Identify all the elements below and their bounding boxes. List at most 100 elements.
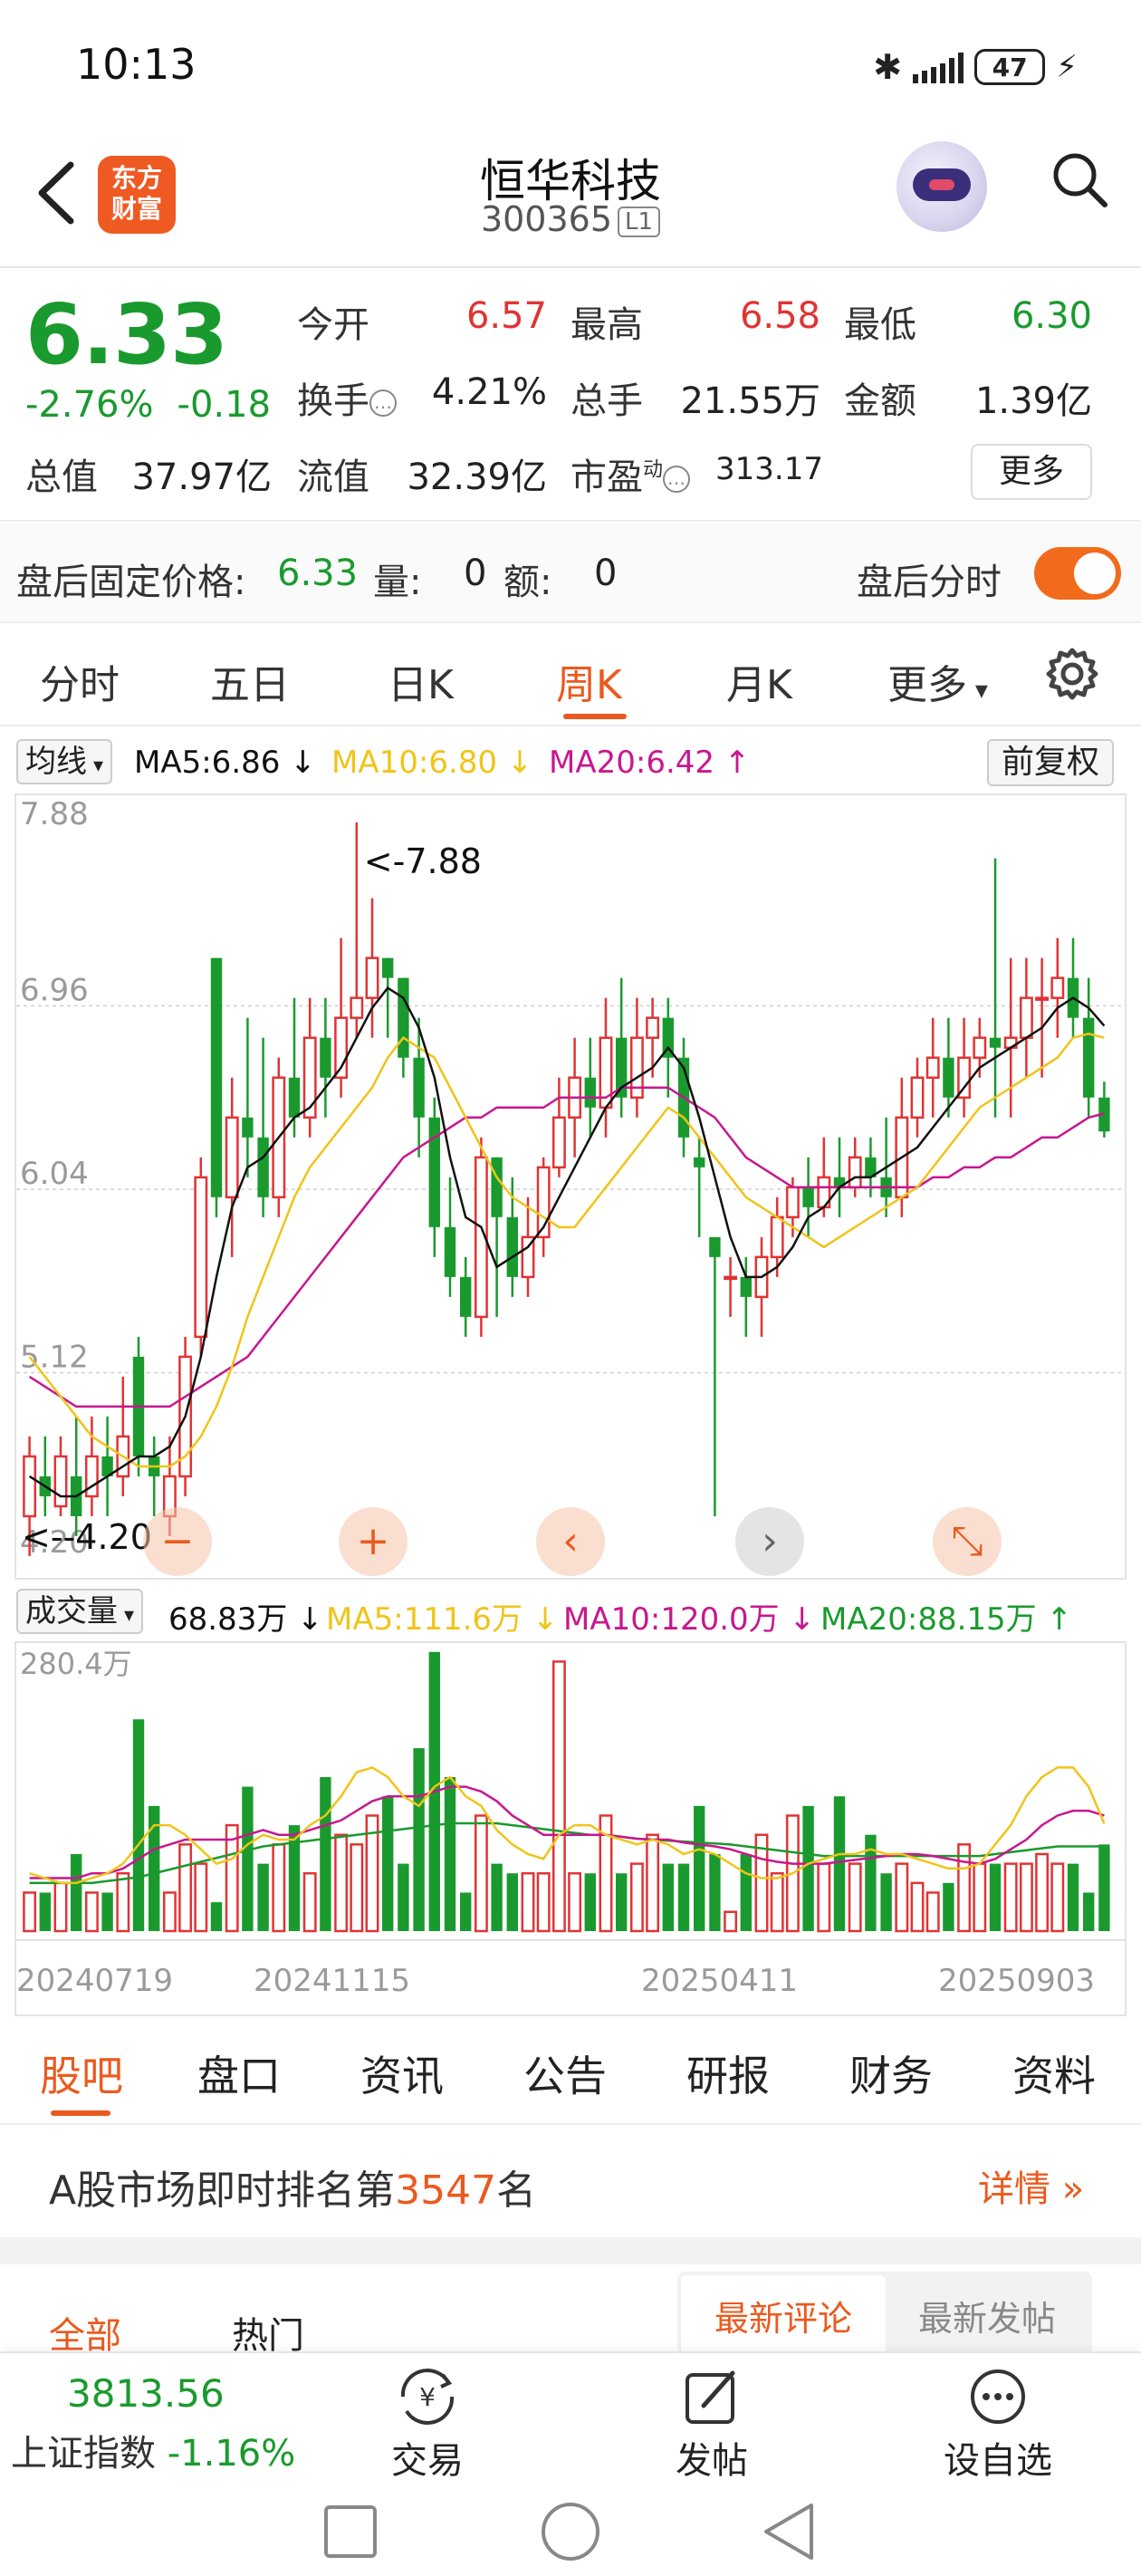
candle-body-up (724, 1275, 738, 1281)
index-name[interactable]: 上证指数 -1.16% (11, 2424, 295, 2476)
post-button[interactable]: 发帖 (639, 2366, 784, 2484)
sort-segment: 最新评论 最新发帖 (677, 2272, 1092, 2355)
candle-body-down (288, 1077, 301, 1118)
candle-body-down (398, 977, 409, 1058)
more-quote-button[interactable]: 更多 (971, 444, 1092, 500)
rank-detail-link[interactable]: 详情 » (978, 2159, 1084, 2212)
volume-bar-down (1098, 1844, 1110, 1931)
high-value: 6.58 (739, 295, 820, 337)
volume-bar-up (551, 1660, 566, 1933)
section-divider (0, 2237, 1141, 2264)
volume-bar-up (474, 1814, 488, 1933)
volume-bar-down (506, 1873, 518, 1931)
pe-label: 市盈动… (570, 447, 691, 500)
volume-bar-down (491, 1863, 503, 1931)
ai-assistant-robot-icon[interactable] (896, 141, 987, 232)
gear-icon[interactable] (1043, 645, 1101, 703)
indicator-selector[interactable]: 均线 ▾ (16, 739, 113, 784)
tab-more-periods[interactable]: 更多 ▾ (887, 652, 988, 710)
stock-info-tabs: 股吧 盘口 资讯 公告 研报 财务 资料 (0, 2018, 1141, 2125)
candle-body-down (709, 1236, 721, 1257)
after-hours-amt-value: 0 (594, 553, 618, 594)
candle-body-up (350, 996, 364, 1019)
volume-bar-up (302, 1871, 317, 1933)
kline-chart[interactable]: 7.886.966.045.124.20<-7.88<--4.20− + ‹ › ⤡ (16, 795, 1125, 1578)
add-watchlist-button[interactable]: 设自选 (925, 2366, 1070, 2484)
candle-body-down (242, 1117, 254, 1138)
after-hours-label: 盘后固定价格: (16, 562, 246, 603)
charging-icon: ⚡ (1056, 49, 1078, 85)
sort-latest-post[interactable]: 最新发帖 (886, 2275, 1088, 2355)
home-icon[interactable] (542, 2503, 599, 2561)
tab-five-day[interactable]: 五日 (210, 652, 290, 710)
volume-bar-down (39, 1892, 51, 1931)
volume-bar-down (1083, 1892, 1095, 1931)
tab-financials[interactable]: 财务 (849, 2043, 933, 2103)
volume-bar-down (694, 1805, 705, 1931)
volume-bar-down (584, 1873, 596, 1931)
tab-announcements[interactable]: 公告 (523, 2043, 607, 2103)
candle-body-down (210, 957, 223, 1197)
volume-bar-up (1019, 1862, 1033, 1933)
tab-forum[interactable]: 股吧 (40, 2043, 123, 2103)
ma10-value: MA10:6.80 ↓ (331, 745, 533, 781)
kline-chart-frame[interactable]: 7.88 6.96 6.04 5.12 4.20 <-7.88 <--4.20− + ‹ › ⤡ (14, 793, 1127, 1580)
after-hours-toggle[interactable] (1034, 547, 1121, 600)
after-hours-vol-value: 0 (464, 553, 487, 594)
volume-bar-up (910, 1881, 925, 1933)
tab-daily-k[interactable]: 日K (388, 652, 454, 710)
y-tick-label: 6.96 (20, 973, 89, 1009)
x-date-label: 20240719 (16, 1963, 173, 1999)
search-icon[interactable] (1050, 150, 1108, 208)
market-rank-bar[interactable]: A股市场即时排名第3547名 详情 » (0, 2127, 1141, 2235)
active-tab-indicator (51, 2110, 110, 2116)
volume-bar-down (709, 1853, 721, 1931)
back-nav-icon[interactable] (764, 2504, 813, 2560)
period-tabs: 分时 五日 日K 周K 月K 更多 ▾ (0, 625, 1141, 726)
price-change: -2.76% -0.18 (25, 384, 294, 426)
tab-weekly-k[interactable]: 周K (556, 652, 622, 710)
bottom-action-bar: 3813.56 上证指数 -1.16% ¥ 交易 发帖 设自选 (0, 2351, 1141, 2487)
volume-value: 21.55万 (680, 380, 820, 422)
volume-value: 68.83万 ↓ (168, 1601, 323, 1638)
stock-code: 300365 (480, 199, 613, 239)
trade-button[interactable]: ¥ 交易 (355, 2366, 500, 2484)
volume-ma10: MA10:120.0万 ↓ (563, 1601, 815, 1638)
volume-bar-up (162, 1891, 177, 1933)
amount-label: 金额 (844, 380, 916, 422)
tab-order-book[interactable]: 盘口 (197, 2043, 281, 2103)
tab-intraday[interactable]: 分时 (40, 652, 120, 710)
candle-body-down (802, 1187, 814, 1207)
recent-apps-icon[interactable] (324, 2505, 377, 2558)
tab-news[interactable]: 资讯 (360, 2043, 444, 2103)
volume-chart-frame[interactable]: 280.4万 20240719 20241115 20250411 20250903 (14, 1641, 1127, 2016)
candle-body-up (302, 1036, 317, 1120)
volume-bar-up (23, 1891, 37, 1933)
active-tab-indicator (563, 714, 627, 719)
info-icon[interactable]: … (369, 389, 397, 417)
rank-number: 3547 (395, 2167, 497, 2214)
ma20-value: MA20:6.42 ↑ (549, 745, 751, 781)
tab-research[interactable]: 研报 (686, 2043, 770, 2103)
volume-bar-down (989, 1863, 1002, 1931)
float-cap-value: 32.39亿 (407, 457, 547, 498)
volume-bar-up (895, 1862, 909, 1933)
volume-bar-down (398, 1863, 409, 1931)
tab-monthly-k[interactable]: 月K (726, 652, 792, 710)
x-date-label: 20250411 (641, 1963, 798, 1999)
volume-max-label: 280.4万 (20, 1647, 132, 1681)
volume-indicator-selector[interactable]: 成交量 ▾ (16, 1589, 144, 1634)
candle-body-up (1050, 976, 1065, 999)
adjust-mode-button[interactable]: 前复权 (987, 739, 1115, 786)
candle-body-up (23, 1455, 37, 1518)
candle-body-up (551, 1116, 566, 1169)
candle-body-down (444, 1226, 456, 1277)
index-value[interactable]: 3813.56 (67, 2371, 225, 2416)
sort-latest-comment[interactable]: 最新评论 (681, 2275, 886, 2355)
tab-profile[interactable]: 资料 (1012, 2043, 1096, 2103)
volume-chart[interactable]: 280.4万 20240719 20241115 20250411 20250903 (16, 1643, 1125, 2014)
volume-bar-down (677, 1863, 690, 1931)
info-icon[interactable]: … (663, 466, 691, 493)
candle-body-down (989, 1037, 1002, 1048)
after-hours-price: 6.33 (277, 553, 359, 594)
